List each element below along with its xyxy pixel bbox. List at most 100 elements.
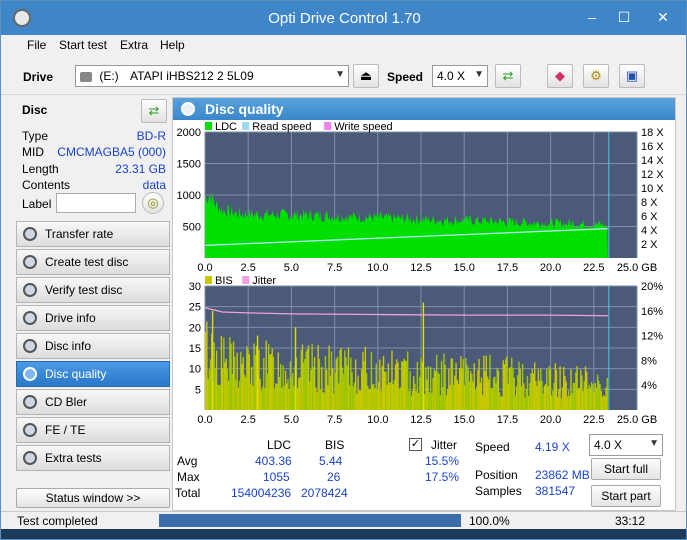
disc-contents-value: data xyxy=(142,178,166,192)
nav-extra-tests[interactable]: Extra tests xyxy=(16,445,170,471)
menu-help[interactable]: Help xyxy=(160,38,185,52)
erase-icon[interactable]: ◆ xyxy=(547,64,573,88)
bis-bar xyxy=(375,363,377,410)
nav-fe-te[interactable]: FE / TE xyxy=(16,417,170,443)
bis-bar xyxy=(246,346,248,410)
bis-bar xyxy=(358,390,361,410)
bis-bar xyxy=(504,359,507,410)
menu-extra[interactable]: Extra xyxy=(120,38,148,52)
legend-swatch xyxy=(242,276,250,284)
label-icon[interactable]: ◎ xyxy=(142,192,164,214)
bis-bar xyxy=(456,379,458,410)
settings-icon[interactable]: ⚙ xyxy=(583,64,609,88)
bis-bar xyxy=(517,375,519,410)
menu-start-test[interactable]: Start test xyxy=(59,38,107,52)
nav-cd-bler[interactable]: CD Bler xyxy=(16,389,170,415)
bis-bar xyxy=(387,363,390,410)
menu-file[interactable]: File xyxy=(27,38,46,52)
bis-bar xyxy=(319,389,322,410)
row-avg-label: Avg xyxy=(177,454,198,468)
drive-select[interactable]: (E:) ATAPI iHBS212 2 5L09 ▼ xyxy=(75,65,349,87)
bis-bar xyxy=(400,361,403,410)
bis-bar xyxy=(382,356,385,410)
legend-label: LDC xyxy=(215,121,237,133)
bis-bar xyxy=(452,384,455,410)
x-tick-label: 5.0 xyxy=(284,262,299,272)
y-right-tick-label: 16 X xyxy=(641,141,664,153)
drive-icon xyxy=(80,71,92,82)
disc-mid-value: CMCMAGBA5 (000) xyxy=(57,145,166,159)
maximize-button[interactable]: ☐ xyxy=(609,7,639,27)
bis-bar xyxy=(409,371,411,410)
disc-icon xyxy=(23,395,37,409)
bis-bar xyxy=(248,354,250,410)
eject-button[interactable]: ⏏ xyxy=(353,64,379,88)
bis-bar xyxy=(221,368,224,410)
bis-bar xyxy=(404,360,406,410)
bis-bar xyxy=(373,383,375,410)
bis-bar xyxy=(429,366,432,410)
bis-bar xyxy=(556,396,559,410)
bis-bar xyxy=(481,395,484,410)
bis-bar xyxy=(502,360,504,410)
bis-bar xyxy=(526,375,529,410)
bis-bar xyxy=(299,377,301,410)
y-left-tick-label: 2000 xyxy=(177,127,201,139)
bis-bar xyxy=(461,368,463,410)
x-tick-label: 22.5 xyxy=(583,414,604,426)
disc-label-input[interactable] xyxy=(56,193,136,213)
bis-bar xyxy=(463,385,466,410)
bis-bar xyxy=(213,342,215,410)
progress-bar xyxy=(159,514,461,527)
bis-bar xyxy=(284,370,287,410)
bis-bar xyxy=(267,344,270,410)
bis-bar xyxy=(448,368,450,410)
jitter-checkbox[interactable]: ✓ xyxy=(409,438,422,451)
bis-bar xyxy=(475,386,478,410)
bis-bar xyxy=(535,381,537,410)
bis-bar xyxy=(215,350,218,410)
bis-bar xyxy=(446,389,449,410)
refresh-speed-button[interactable]: ⇄ xyxy=(495,64,521,88)
bis-bar xyxy=(403,358,405,410)
nav-disc-info[interactable]: Disc info xyxy=(16,333,170,359)
bis-bar xyxy=(205,331,207,410)
quality-speed-select[interactable]: 4.0 X ▼ xyxy=(589,434,663,456)
bis-bar xyxy=(325,369,328,410)
bis-bar xyxy=(368,389,370,410)
disc-type-value: BD-R xyxy=(136,129,166,143)
bis-bar xyxy=(402,361,404,410)
bis-bar xyxy=(425,367,427,410)
speed-select[interactable]: 4.0 X ▼ xyxy=(432,65,488,87)
start-part-button[interactable]: Start part xyxy=(591,485,661,507)
nav-disc-quality[interactable]: Disc quality xyxy=(16,361,170,387)
minimize-button[interactable]: – xyxy=(577,7,607,27)
x-tick-label: 5.0 xyxy=(284,414,299,426)
bis-bar xyxy=(240,351,242,410)
bis-bar xyxy=(438,373,440,410)
nav-verify-test-disc[interactable]: Verify test disc xyxy=(16,277,170,303)
status-window-button[interactable]: Status window >> xyxy=(16,488,170,508)
disc-refresh-button[interactable]: ⇄ xyxy=(141,99,167,123)
bis-bar xyxy=(491,388,494,410)
bis-bar xyxy=(601,396,604,410)
nav-drive-info[interactable]: Drive info xyxy=(16,305,170,331)
bis-bar xyxy=(298,378,300,410)
max-jitter: 17.5% xyxy=(425,470,460,484)
close-button[interactable]: ✕ xyxy=(645,7,681,27)
bis-bar xyxy=(548,366,550,410)
nav-create-test-disc[interactable]: Create test disc xyxy=(16,249,170,275)
nav-transfer-rate[interactable]: Transfer rate xyxy=(16,221,170,247)
bis-bar xyxy=(356,393,358,410)
bis-bar xyxy=(515,386,518,410)
bis-bar xyxy=(421,362,423,410)
bis-bar xyxy=(287,378,289,410)
row-max-label: Max xyxy=(177,470,200,484)
save-icon[interactable]: ▣ xyxy=(619,64,645,88)
bis-bar xyxy=(410,395,413,410)
bis-bar xyxy=(552,390,554,410)
bis-bar xyxy=(231,373,234,410)
start-full-button[interactable]: Start full xyxy=(591,458,661,480)
bis-bar xyxy=(531,368,533,410)
bis-bar xyxy=(276,383,278,410)
